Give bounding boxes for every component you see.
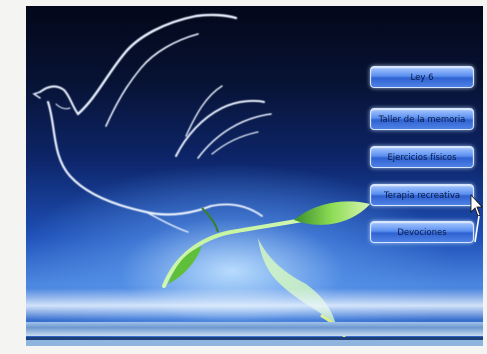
floor-base: [26, 340, 483, 346]
menu-button-ley-6[interactable]: Ley 6: [370, 66, 474, 88]
menu-button-taller-de-la-memoria[interactable]: Taller de la memoria: [370, 108, 474, 130]
horizon-glow: [26, 288, 483, 320]
menu-button-devociones[interactable]: Devociones: [370, 221, 474, 243]
mouse-pointer-icon: [470, 194, 483, 243]
menu-button-terapia-recreativa[interactable]: Terapia recreativa: [370, 184, 474, 206]
presentation-slide: Ley 6 Taller de la memoria Ejercicios fí…: [26, 6, 483, 346]
menu-button-ejercicios-fisicos[interactable]: Ejercicios físicos: [370, 146, 474, 168]
floor-band: [26, 322, 483, 336]
